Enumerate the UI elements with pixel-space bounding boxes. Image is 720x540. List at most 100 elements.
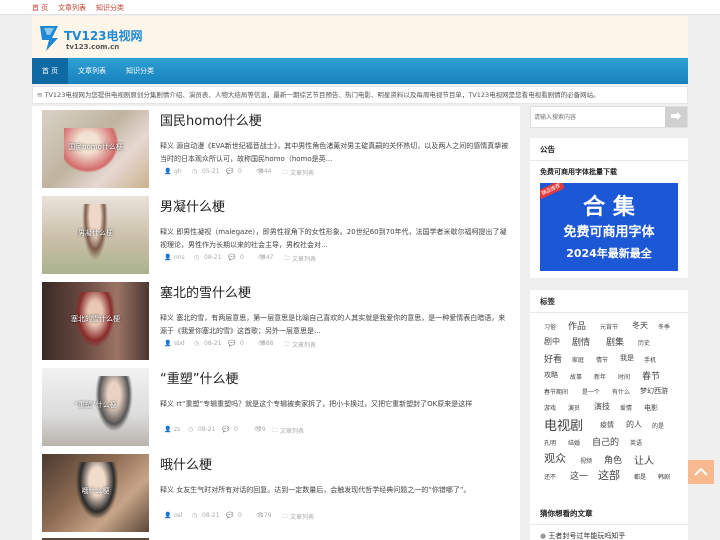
clock-icon: ◷ [188, 426, 194, 433]
tag-link[interactable]: 剧情 [572, 335, 590, 348]
post-comments: 0 [234, 426, 238, 433]
tag-link[interactable]: 剧中 [544, 336, 560, 347]
tag-link[interactable]: 这一 [570, 469, 588, 482]
thumb-caption: 国民homo什么梗 [68, 143, 123, 151]
user-icon: 👤 [164, 426, 172, 433]
comment-icon: 💬 [226, 168, 234, 175]
tag-link[interactable]: 自己的 [592, 435, 619, 448]
tag-link[interactable]: 韩剧 [658, 472, 670, 481]
tag-link[interactable]: 我是 [620, 353, 634, 363]
tag-link[interactable]: 习俗 [544, 322, 556, 331]
font-ad-banner[interactable]: 精品推荐 合 集 免费可商用字体 2024年最新最全 [540, 183, 678, 271]
post-thumbnail[interactable]: 国民homo什么梗 [42, 110, 149, 188]
tag-link[interactable]: 游戏 [544, 403, 556, 412]
tag-link[interactable]: 时间 [618, 372, 630, 381]
post-author[interactable]: osl [174, 512, 182, 519]
post-title[interactable]: 塞北的雪什么梗 [160, 282, 251, 301]
post-category[interactable]: 文章列表 [292, 254, 316, 263]
tag-link[interactable]: 疫情 [600, 420, 614, 430]
topnav-categories-link[interactable]: 知识分类 [96, 3, 124, 13]
comment-icon: 💬 [228, 254, 236, 261]
tag-link[interactable]: 情节 [596, 355, 608, 364]
thumb-caption: 塞北的雪什么梗 [71, 315, 120, 323]
ad-line-1: 合 集 [583, 195, 635, 220]
search-input[interactable] [534, 110, 654, 124]
tag-link[interactable]: 有什么 [612, 387, 630, 396]
post-views: 179 [260, 512, 272, 519]
tag-link[interactable]: 的是 [652, 421, 664, 430]
search-button[interactable] [665, 107, 687, 127]
tag-link[interactable]: 英语 [630, 438, 642, 447]
tag-link[interactable]: 电视剧 [544, 415, 583, 434]
post-date: 08-21 [198, 426, 216, 433]
post-author[interactable]: nns [174, 254, 185, 261]
tag-link[interactable]: 还不 [544, 472, 556, 481]
post-category[interactable]: 文章列表 [292, 340, 316, 349]
back-to-top-button[interactable] [688, 460, 714, 484]
tag-link[interactable]: 结婚 [568, 438, 580, 447]
post-title[interactable]: 国民homo什么梗 [160, 110, 262, 129]
topnav-articles-link[interactable]: 文章列表 [58, 3, 86, 13]
tag-link[interactable]: 春节期间 [544, 387, 568, 396]
comment-icon: 💬 [228, 340, 236, 347]
site-header: TV123电视网 tv123.com.cn [32, 16, 688, 58]
ad-line-3: 2024年最新最全 [566, 247, 652, 260]
tag-link[interactable]: 家庭 [572, 355, 584, 364]
notice-widget: 公告 免费可商用字体批量下载 精品推荐 合 集 免费可商用字体 2024年最新最… [530, 138, 688, 278]
tag-link[interactable]: 元宵节 [600, 322, 618, 331]
tags-widget-title: 标签 [540, 297, 555, 306]
nav-categories[interactable]: 知识分类 [118, 58, 162, 84]
tag-link[interactable]: 冬季 [658, 322, 670, 331]
ad-title[interactable]: 免费可商用字体批量下载 [540, 167, 617, 177]
thumb-caption: “重塑”什么梗 [74, 401, 117, 409]
post-title[interactable]: 男凝什么梗 [160, 196, 225, 215]
post-author[interactable]: gh [174, 168, 182, 175]
guess-item[interactable]: ● 王者封号过年能玩吗知乎 [540, 531, 625, 540]
nav-articles[interactable]: 文章列表 [70, 58, 114, 84]
tag-link[interactable]: 电影 [644, 403, 658, 413]
tag-link[interactable]: 剧集 [606, 335, 624, 348]
tag-link[interactable]: 都是 [634, 472, 646, 481]
post-title[interactable]: “重塑”什么梗 [160, 368, 238, 387]
tag-link[interactable]: 梦幻西游 [640, 386, 668, 396]
post-category[interactable]: 文章列表 [290, 512, 314, 521]
tag-link[interactable]: 好看 [544, 352, 562, 365]
tag-link[interactable]: 孔明 [544, 438, 556, 447]
post-category[interactable]: 文章列表 [290, 168, 314, 177]
tag-link[interactable]: 爱情 [620, 403, 632, 412]
post-excerpt: 释义 源自动漫《EVA新世纪福音战士》，其中男性角色渚薰对男主碇真嗣的关怀热切，… [160, 142, 509, 163]
tag-link[interactable]: 的人 [626, 419, 642, 430]
post-author[interactable]: sbd [174, 340, 185, 347]
tag-link[interactable]: 让人 [634, 452, 654, 467]
search-box [530, 106, 688, 128]
site-logo[interactable]: TV123电视网 tv123.com.cn [38, 24, 148, 54]
post-title[interactable]: 哦什么梗 [160, 454, 212, 473]
tag-link[interactable]: 是一个 [582, 387, 600, 396]
tag-link[interactable]: 冬天 [632, 320, 648, 331]
post-thumbnail[interactable]: “重塑”什么梗 [42, 368, 149, 446]
folder-icon: 🗀 [282, 513, 289, 520]
post-thumbnail[interactable]: 男凝什么梗 [42, 196, 149, 274]
tag-link[interactable]: 攻略 [544, 370, 558, 380]
nav-home[interactable]: 首 页 [32, 58, 68, 84]
tag-link[interactable]: 手机 [644, 355, 656, 364]
tag-link[interactable]: 演员 [568, 403, 580, 412]
tag-link[interactable]: 视频 [580, 456, 592, 465]
divider [530, 524, 688, 525]
tag-link[interactable]: 作品 [568, 319, 586, 332]
top-bar: 首 页 文章列表 知识分类 [0, 0, 720, 15]
post-list: 国民homo什么梗 国民homo什么梗 释义 源自动漫《EVA新世纪福音战士》，… [32, 106, 520, 540]
tag-link[interactable]: 观众 [544, 450, 566, 466]
post-thumbnail[interactable]: 哦什么梗 [42, 454, 149, 532]
tag-link[interactable]: 新年 [594, 372, 606, 381]
tag-link[interactable]: 故事 [570, 372, 582, 381]
tag-link[interactable]: 历史 [638, 338, 650, 347]
tag-link[interactable]: 春节 [642, 369, 660, 382]
post-category[interactable]: 文章列表 [280, 426, 304, 435]
tag-link[interactable]: 这部 [598, 467, 620, 483]
post-author[interactable]: zs [174, 426, 180, 433]
topnav-home-link[interactable]: 首 页 [32, 3, 48, 13]
tag-link[interactable]: 演技 [594, 401, 610, 412]
post-thumbnail[interactable]: 塞北的雪什么梗 [42, 282, 149, 360]
tag-link[interactable]: 角色 [604, 453, 622, 466]
